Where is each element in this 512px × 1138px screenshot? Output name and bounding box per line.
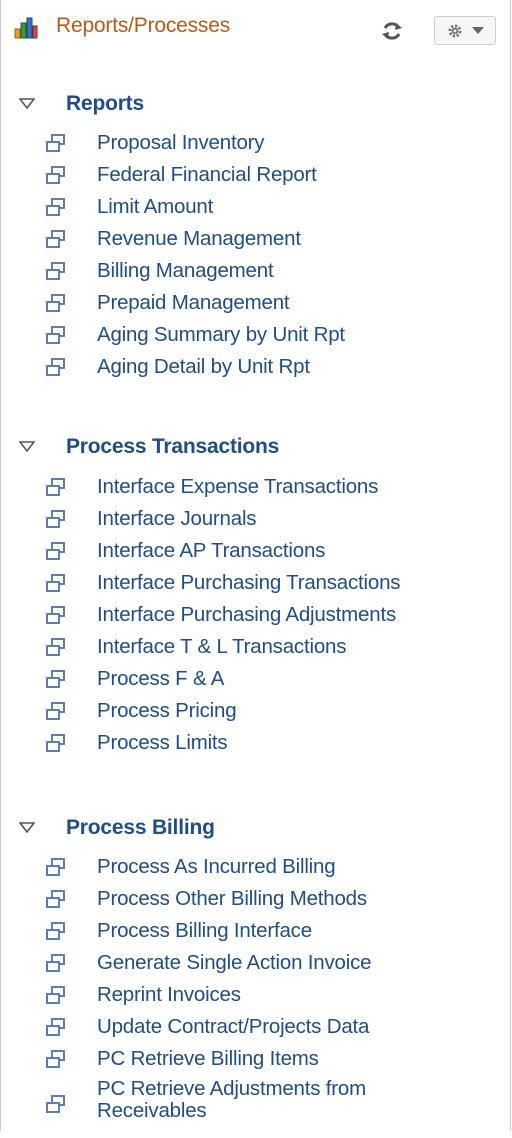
process-link-icon bbox=[46, 574, 65, 592]
link-interface-purchasing-transactions[interactable]: Interface Purchasing Transactions bbox=[0, 570, 512, 600]
link-process-pricing[interactable]: Process Pricing bbox=[0, 698, 512, 728]
link-pc-retrieve-adjustments-from-receivables[interactable]: PC Retrieve Adjustments from Receivables bbox=[0, 1078, 512, 1138]
process-link-icon bbox=[46, 542, 65, 560]
collapse-triangle-icon[interactable] bbox=[19, 441, 35, 453]
link-process-as-incurred-billing[interactable]: Process As Incurred Billing bbox=[0, 854, 512, 884]
pagelet-header: Reports/Processes bbox=[0, 0, 512, 60]
pagelet-options-button[interactable] bbox=[434, 16, 496, 45]
process-link-icon bbox=[46, 954, 65, 972]
link-proposal-inventory[interactable]: Proposal Inventory bbox=[0, 130, 512, 160]
chevron-down-icon bbox=[472, 27, 484, 34]
section-header-process-transactions[interactable]: Process Transactions bbox=[0, 435, 512, 463]
process-link-icon bbox=[46, 986, 65, 1004]
process-link-icon bbox=[46, 478, 65, 496]
process-link-icon bbox=[46, 606, 65, 624]
link-interface-purchasing-adjustments[interactable]: Interface Purchasing Adjustments bbox=[0, 602, 512, 632]
process-link-icon bbox=[46, 198, 65, 216]
link-label[interactable]: Process Billing Interface bbox=[97, 918, 312, 944]
link-label[interactable]: Process As Incurred Billing bbox=[97, 854, 336, 880]
section-title: Process Transactions bbox=[66, 435, 280, 458]
section-header-process-billing[interactable]: Process Billing bbox=[0, 816, 512, 844]
link-federal-financial-report[interactable]: Federal Financial Report bbox=[0, 162, 512, 192]
link-label[interactable]: Interface AP Transactions bbox=[97, 538, 325, 564]
link-process-other-billing-methods[interactable]: Process Other Billing Methods bbox=[0, 886, 512, 916]
link-prepaid-management[interactable]: Prepaid Management bbox=[0, 290, 512, 320]
process-link-icon bbox=[46, 638, 65, 656]
link-label[interactable]: Process Other Billing Methods bbox=[97, 886, 367, 912]
link-label[interactable]: Billing Management bbox=[97, 258, 274, 284]
link-interface-t-and-l-transactions[interactable]: Interface T & L Transactions bbox=[0, 634, 512, 664]
bar-chart-icon bbox=[14, 17, 38, 39]
pagelet-title: Reports/Processes bbox=[56, 14, 231, 37]
link-billing-management[interactable]: Billing Management bbox=[0, 258, 512, 288]
process-link-icon bbox=[46, 358, 65, 376]
link-label[interactable]: Interface T & L Transactions bbox=[97, 634, 346, 660]
process-link-icon bbox=[46, 922, 65, 940]
link-label[interactable]: Prepaid Management bbox=[97, 290, 290, 316]
link-generate-single-action-invoice[interactable]: Generate Single Action Invoice bbox=[0, 950, 512, 980]
process-link-icon bbox=[46, 230, 65, 248]
link-label[interactable]: Reprint Invoices bbox=[97, 982, 241, 1008]
link-revenue-management[interactable]: Revenue Management bbox=[0, 226, 512, 256]
link-label[interactable]: Proposal Inventory bbox=[97, 130, 265, 156]
link-reprint-invoices[interactable]: Reprint Invoices bbox=[0, 982, 512, 1012]
link-label[interactable]: Aging Detail by Unit Rpt bbox=[97, 354, 310, 380]
process-link-icon bbox=[46, 510, 65, 528]
link-interface-expense-transactions[interactable]: Interface Expense Transactions bbox=[0, 474, 512, 504]
process-link-icon bbox=[46, 326, 65, 344]
link-aging-detail-by-unit-rpt[interactable]: Aging Detail by Unit Rpt bbox=[0, 354, 512, 384]
link-label[interactable]: Process F & A bbox=[97, 666, 224, 692]
process-link-icon bbox=[46, 670, 65, 688]
process-link-icon bbox=[46, 262, 65, 280]
link-aging-summary-by-unit-rpt[interactable]: Aging Summary by Unit Rpt bbox=[0, 322, 512, 352]
link-label[interactable]: Interface Purchasing Adjustments bbox=[97, 602, 396, 628]
link-label[interactable]: Revenue Management bbox=[97, 226, 301, 252]
link-label[interactable]: Interface Expense Transactions bbox=[97, 474, 378, 500]
collapse-triangle-icon[interactable] bbox=[19, 822, 35, 834]
link-label[interactable]: Process Pricing bbox=[97, 698, 237, 724]
link-label[interactable]: Process Limits bbox=[97, 730, 228, 756]
link-process-billing-interface[interactable]: Process Billing Interface bbox=[0, 918, 512, 948]
link-process-f-and-a[interactable]: Process F & A bbox=[0, 666, 512, 696]
section-header-reports[interactable]: Reports bbox=[0, 92, 512, 120]
link-interface-journals[interactable]: Interface Journals bbox=[0, 506, 512, 536]
link-label[interactable]: Aging Summary by Unit Rpt bbox=[97, 322, 345, 348]
link-pc-retrieve-billing-items[interactable]: PC Retrieve Billing Items bbox=[0, 1046, 512, 1076]
process-link-icon bbox=[46, 134, 65, 152]
gear-icon bbox=[448, 24, 462, 38]
link-limit-amount[interactable]: Limit Amount bbox=[0, 194, 512, 224]
link-process-limits[interactable]: Process Limits bbox=[0, 730, 512, 760]
link-label[interactable]: Interface Purchasing Transactions bbox=[97, 570, 401, 596]
link-label[interactable]: Update Contract/Projects Data bbox=[97, 1014, 369, 1040]
collapse-triangle-icon[interactable] bbox=[19, 98, 35, 110]
process-link-icon bbox=[46, 734, 65, 752]
link-update-contract-projects-data[interactable]: Update Contract/Projects Data bbox=[0, 1014, 512, 1044]
process-link-icon bbox=[46, 890, 65, 908]
process-link-icon bbox=[46, 858, 65, 876]
refresh-icon[interactable] bbox=[380, 19, 404, 43]
process-link-icon bbox=[46, 702, 65, 720]
link-label[interactable]: Limit Amount bbox=[97, 194, 213, 220]
link-label[interactable]: Generate Single Action Invoice bbox=[97, 950, 372, 976]
link-label[interactable]: PC Retrieve Billing Items bbox=[97, 1046, 319, 1072]
section-title: Reports bbox=[66, 92, 144, 115]
link-interface-ap-transactions[interactable]: Interface AP Transactions bbox=[0, 538, 512, 568]
section-title: Process Billing bbox=[66, 816, 215, 839]
link-label[interactable]: Federal Financial Report bbox=[97, 162, 317, 188]
process-link-icon bbox=[46, 1018, 65, 1036]
process-link-icon bbox=[46, 1095, 65, 1113]
process-link-icon bbox=[46, 294, 65, 312]
link-label[interactable]: PC Retrieve Adjustments from Receivables bbox=[97, 1078, 477, 1122]
link-label[interactable]: Interface Journals bbox=[97, 506, 257, 532]
process-link-icon bbox=[46, 1050, 65, 1068]
process-link-icon bbox=[46, 166, 65, 184]
